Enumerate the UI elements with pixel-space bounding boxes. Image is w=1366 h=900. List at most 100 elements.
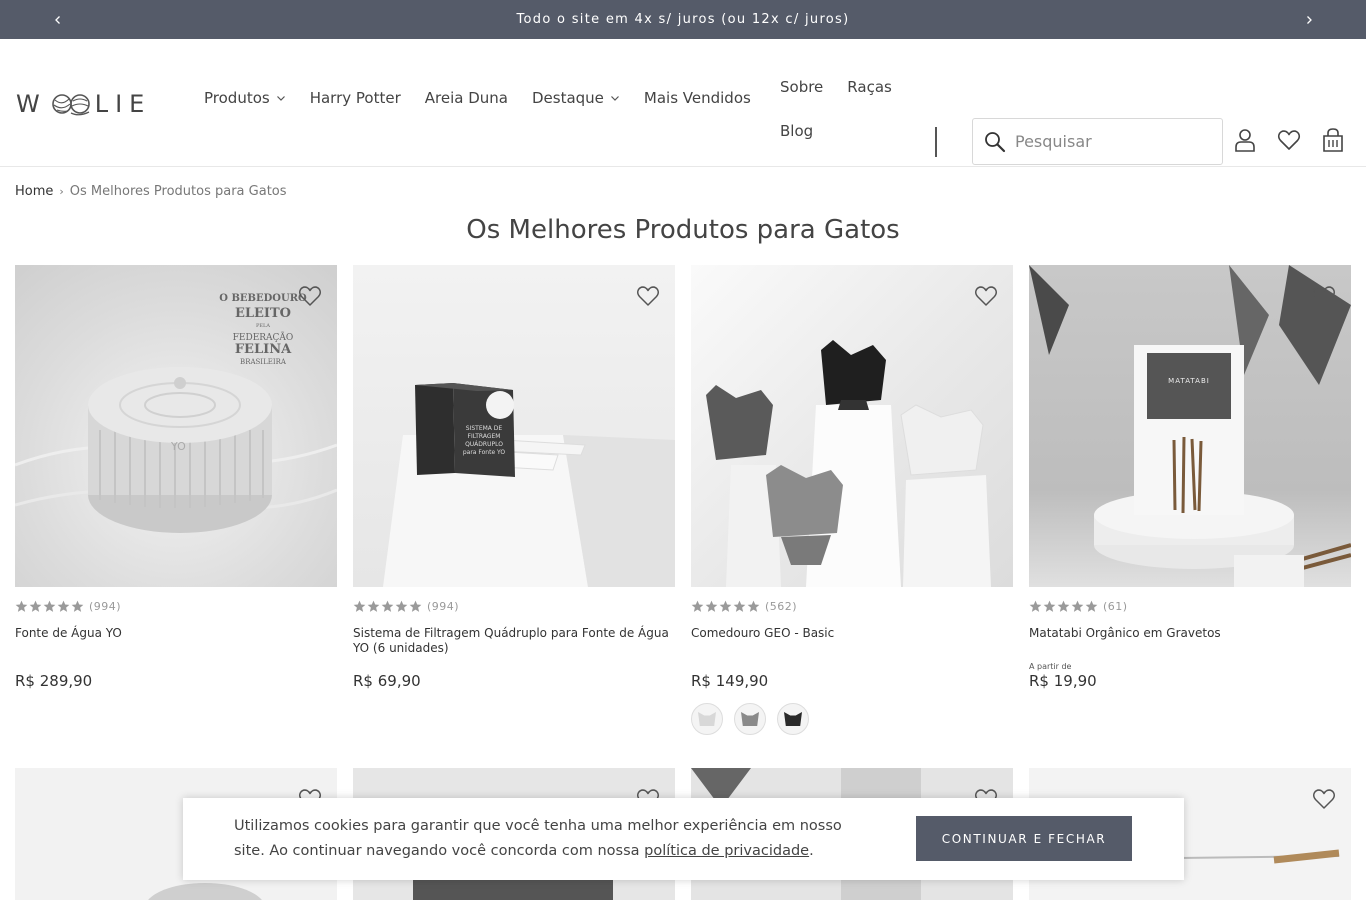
stars-icon	[15, 600, 85, 613]
product-name[interactable]: Sistema de Filtragem Quádruplo para Font…	[353, 626, 675, 658]
product-name[interactable]: Comedouro GEO - Basic	[691, 626, 1013, 658]
announcement-text: Todo o site em 4x s/ juros (ou 12x c/ ju…	[516, 12, 850, 27]
nav-item-racas[interactable]: Raças	[847, 78, 892, 96]
announcement-bar: Todo o site em 4x s/ juros (ou 12x c/ ju…	[0, 0, 1366, 39]
product-price: R$ 69,90	[353, 672, 421, 690]
stars-icon	[1029, 600, 1099, 613]
breadcrumb-home[interactable]: Home	[15, 184, 53, 199]
geo-bowls-image	[706, 340, 991, 587]
page-title: Os Melhores Produtos para Gatos	[466, 215, 900, 245]
secondary-nav: Sobre Raças Blog	[780, 65, 916, 153]
woolie-logo[interactable]: W LIE	[16, 88, 166, 120]
nav-item-blog[interactable]: Blog	[780, 122, 813, 140]
accept-cookies-button[interactable]: CONTINUAR E FECHAR	[916, 816, 1132, 861]
review-count: (61)	[1103, 600, 1128, 613]
product-card[interactable]: SISTEMA DE FILTRAGEM QUÁDRUPLO para Font…	[353, 265, 675, 690]
product-name[interactable]: Matatabi Orgânico em Gravetos	[1029, 626, 1351, 658]
nav-item-areia-duna[interactable]: Areia Duna	[425, 89, 508, 107]
account-button[interactable]	[1232, 127, 1258, 153]
cookie-banner: Utilizamos cookies para garantir que voc…	[183, 798, 1184, 880]
color-swatch-light[interactable]	[691, 703, 723, 735]
swatch-color	[741, 712, 759, 726]
product-image[interactable]: SISTEMA DE FILTRAGEM QUÁDRUPLO para Font…	[353, 265, 675, 587]
heart-icon	[1312, 789, 1336, 809]
previous-announcement-button[interactable]	[43, 0, 73, 39]
cookie-text-end: .	[809, 843, 814, 859]
swatch-color	[698, 712, 716, 726]
product-price: R$ 289,90	[15, 672, 93, 690]
product-rating: (994)	[15, 600, 337, 613]
chevron-right-icon	[1307, 15, 1312, 24]
product-image-text: SISTEMA DE FILTRAGEM QUÁDRUPLO para Font…	[462, 425, 506, 456]
search-icon	[985, 131, 1006, 152]
nav-item-label: Destaque	[531, 89, 604, 107]
nav-item-harry-potter[interactable]: Harry Potter	[310, 89, 401, 107]
badge-line: ELEITO	[234, 306, 292, 321]
product-rating: (562)	[691, 600, 1013, 613]
product-price: R$ 19,90	[1029, 672, 1097, 690]
breadcrumb-current: Os Melhores Produtos para Gatos	[69, 184, 287, 199]
product-image-text: YO	[171, 440, 186, 453]
nav-item-mais-vendidos[interactable]: Mais Vendidos	[644, 89, 751, 107]
search-input[interactable]	[1015, 132, 1205, 151]
badge-line: PELA	[256, 323, 270, 329]
product-image-text: MATATABI	[1168, 377, 1210, 385]
nav-item-label: Produtos	[204, 89, 270, 107]
next-announcement-button[interactable]	[1294, 0, 1324, 39]
product-card[interactable]: MATATABI (61) Matatabi Orgânico em Grave…	[1029, 265, 1351, 690]
color-swatch-gray[interactable]	[734, 703, 766, 735]
price-from-label	[353, 662, 675, 672]
badge-line: FELINA	[234, 342, 292, 357]
product-price: R$ 149,90	[691, 672, 769, 690]
heart-icon	[974, 286, 998, 306]
nav-item-produtos[interactable]: Produtos	[204, 89, 286, 107]
shopping-bag-icon	[1323, 128, 1343, 152]
color-swatch-black[interactable]	[777, 703, 809, 735]
add-to-wishlist-button[interactable]	[973, 283, 999, 309]
product-card[interactable]: (562) Comedouro GEO - Basic R$ 149,90	[691, 265, 1013, 735]
color-swatches	[691, 703, 1013, 735]
header-divider	[935, 127, 937, 157]
product-rating: (61)	[1029, 600, 1351, 613]
chevron-down-icon	[610, 96, 619, 101]
breadcrumb-separator-icon: ›	[59, 185, 64, 198]
product-card[interactable]: O BEBEDOURO ELEITO PELA FEDERAÇÃO FELINA…	[15, 265, 337, 690]
nav-item-destaque[interactable]: Destaque	[532, 89, 620, 107]
account-icon	[1235, 129, 1255, 152]
nav-item-sobre[interactable]: Sobre	[780, 78, 823, 96]
product-image[interactable]: MATATABI	[1029, 265, 1351, 587]
add-to-wishlist-button[interactable]	[635, 283, 661, 309]
review-count: (562)	[765, 600, 798, 613]
product-image[interactable]	[691, 265, 1013, 587]
logo-text-right: LIE	[94, 90, 152, 118]
price-from-label: A partir de	[1029, 662, 1072, 671]
matatabi-pack-image	[1029, 265, 1351, 587]
chevron-down-icon	[276, 96, 285, 101]
add-to-wishlist-button[interactable]	[297, 283, 323, 309]
review-count: (994)	[427, 600, 460, 613]
cart-button[interactable]	[1320, 127, 1346, 153]
add-to-wishlist-button[interactable]	[1311, 283, 1337, 309]
site-header: W LIE Produtos Harry Potter Areia Duna D…	[0, 39, 1366, 167]
nav-item-label: Areia Duna	[424, 89, 508, 107]
privacy-policy-link[interactable]: política de privacidade	[644, 843, 809, 859]
chevron-left-icon	[55, 15, 60, 24]
product-name[interactable]: Fonte de Água YO	[15, 626, 337, 658]
wishlist-button[interactable]	[1276, 127, 1302, 153]
breadcrumb: Home › Os Melhores Produtos para Gatos	[15, 184, 287, 199]
review-count: (994)	[89, 600, 122, 613]
yarn-ball-logo-icon	[51, 94, 90, 116]
heart-icon	[1277, 130, 1301, 150]
heart-icon	[1312, 286, 1336, 306]
product-image[interactable]: O BEBEDOURO ELEITO PELA FEDERAÇÃO FELINA…	[15, 265, 337, 587]
logo-text-left: W	[16, 90, 47, 118]
add-to-wishlist-button[interactable]	[1311, 786, 1337, 812]
swatch-color	[784, 712, 802, 726]
main-nav: Produtos Harry Potter Areia Duna Destaqu…	[204, 89, 775, 107]
nav-item-label: Harry Potter	[309, 89, 401, 107]
nav-item-label: Mais Vendidos	[643, 89, 751, 107]
search-box[interactable]	[972, 118, 1223, 165]
price-from-label	[691, 662, 1013, 672]
cookie-message: Utilizamos cookies para garantir que voc…	[234, 814, 874, 864]
heart-icon	[636, 286, 660, 306]
